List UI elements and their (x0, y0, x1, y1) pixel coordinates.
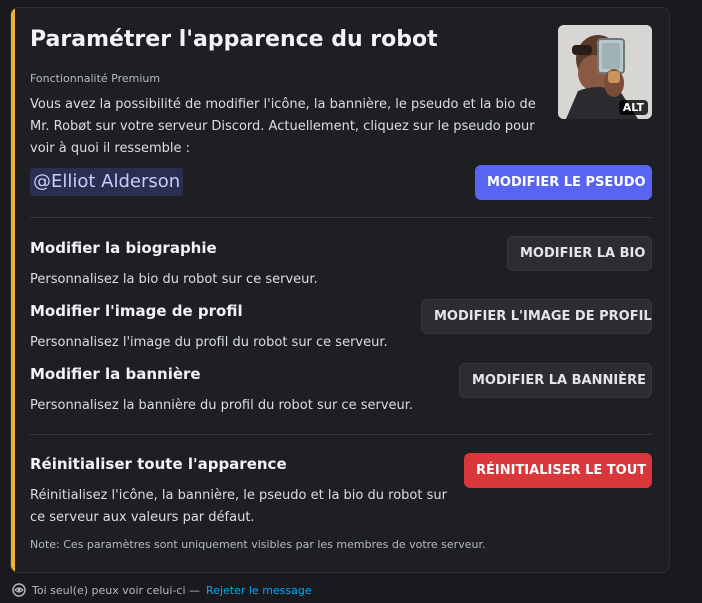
image-section-description: Personnalisez l'image du profil du robot… (30, 335, 388, 350)
alt-badge[interactable]: ALT (618, 100, 648, 115)
modify-bio-button[interactable]: MODIFIER LA BIO (507, 236, 652, 271)
bio-section-title: Modifier la biographie (30, 239, 217, 257)
ephemeral-notice: Toi seul(e) peux voir celui-ci — Rejeter… (12, 583, 312, 597)
embed-title: Paramétrer l'apparence du robot (30, 27, 438, 52)
modify-pseudo-button[interactable]: MODIFIER LE PSEUDO (475, 165, 652, 200)
embed-accent-bar (11, 8, 15, 572)
banner-section-title: Modifier la bannière (30, 365, 201, 383)
modify-banner-button[interactable]: MODIFIER LA BANNIÈRE (459, 363, 652, 398)
embed-subtitle: Fonctionnalité Premium (30, 72, 161, 85)
ephemeral-notice-text: Toi seul(e) peux voir celui-ci — (32, 583, 201, 597)
embed-footer-note: Note: Ces paramètres sont uniquement vis… (30, 538, 486, 551)
reset-all-button[interactable]: RÉINITIALISER LE TOUT (464, 453, 652, 488)
embed-thumbnail[interactable]: ALT (558, 25, 652, 119)
eye-icon (12, 583, 26, 597)
image-section-title: Modifier l'image de profil (30, 302, 243, 320)
bio-section-description: Personnalisez la bio du robot sur ce ser… (30, 272, 318, 287)
banner-section-description: Personnalisez la bannière du profil du r… (30, 398, 414, 413)
bot-mention[interactable]: @Elliot Alderson (30, 168, 184, 196)
divider (30, 217, 652, 218)
message-embed-card: Paramétrer l'apparence du robot Fonction… (10, 7, 670, 573)
reset-section-description: Réinitialisez l'icône, la bannière, le p… (30, 488, 447, 525)
modify-profile-image-button[interactable]: MODIFIER L'IMAGE DE PROFIL (421, 299, 652, 334)
embed-description: Vous avez la possibilité de modifier l'i… (30, 97, 536, 156)
divider (30, 434, 652, 435)
reset-section-title: Réinitialiser toute l'apparence (30, 455, 287, 473)
dismiss-message-link[interactable]: Rejeter le message (206, 584, 312, 597)
